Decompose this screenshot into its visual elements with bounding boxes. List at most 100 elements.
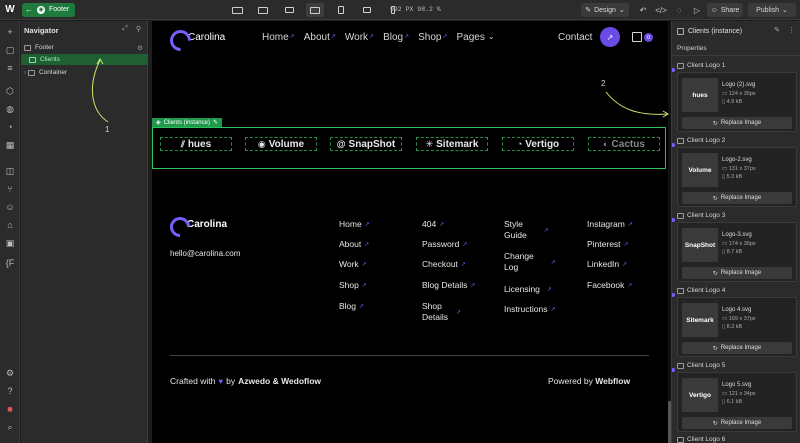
code-icon[interactable]: </>	[654, 3, 668, 17]
nav-item-clients[interactable]: Clients	[21, 54, 148, 65]
footer-link[interactable]: Work ↗	[339, 259, 367, 269]
footer-logo[interactable]: Carolina	[170, 217, 227, 231]
link-label: Home	[339, 219, 362, 229]
replace-image-button[interactable]: ↻ Replace Image	[682, 267, 792, 279]
navigator-icon[interactable]: ≡	[4, 62, 16, 74]
file-dimensions: ▭ 121 x 34px	[722, 391, 756, 397]
footer-link[interactable]: Pinterest ↗	[587, 239, 629, 249]
footer-email[interactable]: hello@carolina.com	[170, 249, 240, 258]
client-logo-snapshot[interactable]: @ SnapShot	[330, 137, 402, 151]
mode-dropdown[interactable]: ✎ Design ⌄	[581, 3, 629, 17]
logic-icon[interactable]: ⑂	[4, 183, 16, 195]
settings-icon[interactable]: ⚙	[4, 367, 16, 379]
breakpoint-base-icon[interactable]	[306, 3, 324, 17]
variables-icon[interactable]: ◍	[4, 103, 16, 115]
breakpoint-mobile-landscape-icon[interactable]	[358, 3, 376, 17]
logo-thumbnail[interactable]: SnapShot	[682, 228, 718, 262]
footer-link[interactable]: LinkedIn ↗	[587, 259, 627, 269]
ecommerce-icon[interactable]: ⌂	[4, 219, 16, 231]
site-logo[interactable]: Carolina	[170, 30, 225, 45]
collapse-icon[interactable]: ⤢	[122, 25, 128, 33]
replace-image-button[interactable]: ↻ Replace Image	[682, 192, 792, 204]
selected-element-label[interactable]: ◈ Clients (instance) ✎	[152, 118, 223, 127]
assets-icon[interactable]: ▦	[4, 139, 16, 151]
logo-thumbnail[interactable]: Sitemark	[682, 303, 718, 337]
nav-dropdown-pages[interactable]: Pages ⌄	[457, 32, 495, 43]
styles-icon[interactable]: ◔	[4, 121, 16, 133]
logo-thumbnail[interactable]: Vertigo	[682, 378, 718, 412]
replace-image-button[interactable]: ↻ Replace Image	[682, 417, 792, 429]
logo-thumbnail[interactable]: hues	[682, 78, 718, 112]
powered-brand[interactable]: Webflow	[595, 376, 630, 386]
nav-link-shop[interactable]: Shop ↗	[418, 32, 447, 43]
client-logo-cactus[interactable]: ◐ Cactus	[588, 137, 660, 151]
footer-link[interactable]: Instructions ↗	[504, 304, 556, 314]
footer-link[interactable]: Style Guide ↗	[504, 219, 549, 241]
contact-arrow-button[interactable]: ↗	[600, 27, 620, 47]
nav-link-home[interactable]: Home ↗	[262, 32, 295, 43]
footer-link[interactable]: Blog ↗	[339, 301, 364, 311]
more-icon[interactable]: ⋮	[788, 26, 795, 34]
replace-image-button[interactable]: ↻ Replace Image	[682, 117, 792, 129]
gear-icon[interactable]: ⚙	[137, 44, 143, 52]
page-selector-button[interactable]: ← ◉ Footer	[22, 2, 76, 17]
pages-icon[interactable]: ▢	[4, 44, 16, 56]
footer-link[interactable]: 404 ↗	[422, 219, 444, 229]
nav-link-work[interactable]: Work ↗	[345, 32, 374, 43]
preview-play-icon[interactable]: ▷	[690, 3, 704, 17]
publish-button[interactable]: Publish ⌄	[748, 3, 796, 17]
link-label: Blog Details	[422, 280, 468, 290]
nav-link-about[interactable]: About ↗	[304, 32, 336, 43]
breakpoint-laptop-icon[interactable]	[280, 3, 298, 17]
client-logo-sitemark[interactable]: ✳ Sitemark	[416, 137, 488, 151]
add-icon[interactable]: +	[4, 26, 16, 38]
footer-link[interactable]: Change Log ↗	[504, 251, 556, 273]
comment-icon[interactable]: ◌	[672, 3, 686, 17]
cart-icon[interactable]	[632, 32, 642, 42]
footer-link[interactable]: Blog Details ↗	[422, 280, 475, 290]
credits-authors[interactable]: Azwedo & Wedoflow	[238, 376, 321, 386]
footer-link[interactable]: About ↗	[339, 239, 369, 249]
nav-link-label: About	[303, 32, 330, 43]
client-logo-volume[interactable]: ◉ Volume	[245, 137, 317, 151]
edit-icon[interactable]: ✎	[774, 26, 780, 34]
design-canvas[interactable]: Carolina Home ↗ About ↗ Work ↗ Blog ↗ Shop ↗ …	[152, 21, 668, 443]
nav-link-blog[interactable]: Blog ↗	[383, 32, 409, 43]
breakpoint-tablet-icon[interactable]	[332, 3, 350, 17]
link-label: Instructions	[504, 304, 548, 314]
undo-icon[interactable]: ↶	[636, 3, 650, 17]
footer-link[interactable]: Password ↗	[422, 239, 467, 249]
footer-link[interactable]: Home ↗	[339, 219, 370, 229]
footer-link[interactable]: Shop ↗	[339, 280, 367, 290]
footer-link[interactable]: Checkout ↗	[422, 259, 466, 269]
nav-link-label: Blog	[383, 32, 404, 43]
apps-icon[interactable]: ▣	[4, 237, 16, 249]
cms-icon[interactable]: ◫	[4, 165, 16, 177]
footer-link[interactable]: Licensing ↗	[504, 284, 552, 294]
footer-link[interactable]: Instagram ↗	[587, 219, 633, 229]
nav-item-footer[interactable]: Footer ⚙	[21, 42, 148, 53]
chevron-right-icon[interactable]: ›	[24, 70, 26, 76]
users-icon[interactable]: ☺	[4, 201, 16, 213]
share-button[interactable]: ☺ Share	[707, 3, 743, 17]
client-logo-vertigo[interactable]: ◔ Vertigo	[502, 137, 574, 151]
help-icon[interactable]: ?	[4, 385, 16, 397]
contact-link[interactable]: Contact	[558, 32, 592, 43]
client-logo-hues[interactable]: ⫽ hues	[160, 137, 232, 151]
arrow-up-right-icon: ↗	[462, 241, 468, 248]
custom-code-icon[interactable]: {F	[4, 257, 16, 269]
pin-icon[interactable]: ⚲	[136, 25, 141, 33]
record-icon[interactable]: ■	[4, 403, 16, 415]
breakpoint-desktop-icon[interactable]	[254, 3, 272, 17]
nav-item-container[interactable]: › Container	[21, 67, 148, 78]
search-icon[interactable]: ⌕	[4, 421, 16, 433]
footer-link[interactable]: Shop Details ↗	[422, 301, 461, 323]
footer-link[interactable]: Facebook ↗	[587, 280, 632, 290]
webflow-logo[interactable]: W	[0, 0, 20, 20]
components-icon[interactable]: ⬡	[4, 85, 16, 97]
breakpoint-large-desktop-icon[interactable]	[228, 3, 246, 17]
replace-image-button[interactable]: ↻ Replace Image	[682, 342, 792, 354]
dims-text: 131 x 37px	[728, 166, 756, 172]
logo-thumbnail[interactable]: Volume	[682, 153, 718, 187]
brand-name: Carolina	[188, 32, 226, 43]
